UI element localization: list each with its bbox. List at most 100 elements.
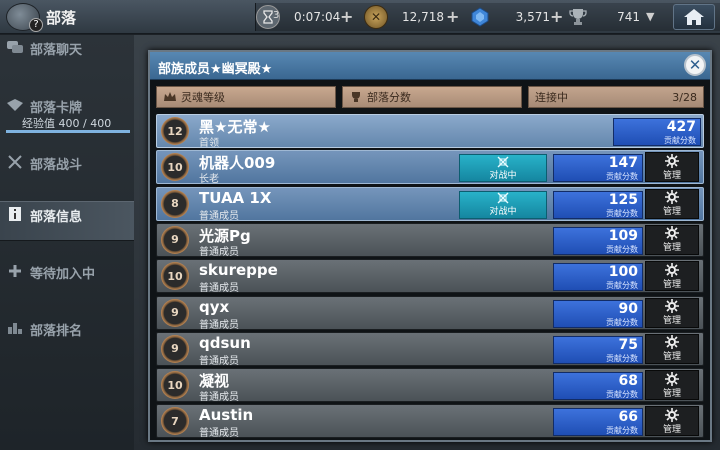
tab-soul-level[interactable]: 灵魂等级 — [156, 86, 336, 108]
manage-button[interactable]: 管理 — [645, 333, 699, 364]
soul-level-badge-icon: 9 — [161, 225, 189, 254]
manage-button[interactable]: 管理 — [645, 224, 699, 255]
manage-button[interactable]: 管理 — [645, 406, 699, 437]
score-value: 147 — [608, 155, 638, 172]
gear-icon — [665, 190, 679, 205]
crossed-swords-icon — [497, 156, 509, 168]
member-row[interactable]: 10 凝视 普通成员 68 贡献分数 管理 — [156, 368, 704, 403]
member-name: TUAA 1X — [199, 188, 272, 207]
gold-value: 12,718 — [402, 10, 444, 24]
gold-resource: ✕ 12,718 + — [364, 5, 464, 29]
plus-icon — [6, 263, 24, 279]
battle-label: 对战中 — [489, 207, 517, 218]
crown-icon — [163, 91, 177, 103]
sidebar-item-info[interactable]: 部落信息 — [0, 201, 134, 241]
xp-progress-bar — [6, 130, 130, 133]
info-icon — [6, 206, 24, 222]
gold-plus-button[interactable]: + — [446, 7, 459, 26]
help-icon[interactable]: ? — [29, 18, 43, 32]
trophy-value: 741 — [617, 10, 640, 24]
tab-clan-score[interactable]: 部落分数 — [342, 86, 522, 108]
member-role: 首领 — [199, 138, 219, 149]
in-battle-badge: 对战中 — [459, 190, 547, 219]
close-button[interactable]: ✕ — [684, 54, 706, 76]
sidebar-item-label: 等待加入中 — [30, 267, 96, 282]
manage-label: 管理 — [662, 207, 681, 218]
manage-button[interactable]: 管理 — [645, 261, 699, 292]
contribution-score: 147 贡献分数 — [553, 154, 643, 183]
close-icon: ✕ — [688, 55, 702, 74]
contribution-score: 90 贡献分数 — [553, 299, 643, 328]
member-row[interactable]: 8 TUAA 1X 普通成员 对战中 125 贡献分数 管理 — [156, 186, 704, 222]
timer-badge: 3 — [273, 10, 280, 21]
member-row[interactable]: 12 黑★无常★ 首领 427 贡献分数 — [156, 114, 704, 149]
home-button[interactable] — [673, 4, 715, 30]
manage-button[interactable]: 管理 — [645, 370, 699, 401]
gear-icon — [665, 299, 679, 313]
contribution-score: 100 贡献分数 — [553, 263, 643, 292]
member-name: qyx — [199, 297, 230, 316]
sidebar-item-label: 部落卡牌 — [30, 101, 83, 116]
member-role: 普通成员 — [199, 319, 239, 331]
page-title: 部落 — [46, 9, 77, 27]
manage-label: 管理 — [662, 352, 681, 363]
manage-label: 管理 — [662, 424, 681, 435]
member-row[interactable]: 10 skureppe 普通成员 100 贡献分数 管理 — [156, 259, 704, 295]
score-value: 109 — [608, 227, 638, 244]
gem-value: 3,571 — [515, 10, 550, 24]
manage-label: 管理 — [662, 279, 681, 290]
member-name: qdsun — [199, 333, 251, 352]
sidebar-item-label: 部落战斗 — [30, 158, 83, 173]
manage-button[interactable]: 管理 — [645, 188, 699, 219]
gear-icon — [665, 226, 679, 241]
xp-label: 经验值 400 / 400 — [22, 117, 112, 130]
card-icon — [6, 97, 24, 113]
member-row[interactable]: 9 光源Pg 普通成员 109 贡献分数 管理 — [156, 222, 704, 258]
top-bar: ? 部落 3 0:07:04 + ✕ 12,718 + 3,571 + 741 … — [0, 0, 720, 34]
soul-level-badge-icon: 10 — [161, 153, 189, 182]
manage-button[interactable]: 管理 — [645, 297, 699, 328]
score-value: 75 — [618, 336, 638, 353]
score-label: 贡献分数 — [606, 317, 638, 327]
gold-coin-icon: ✕ — [364, 5, 388, 29]
member-row[interactable]: 9 qyx 普通成员 90 贡献分数 管理 — [156, 295, 704, 331]
member-row[interactable]: 7 Austin 普通成员 66 贡献分数 管理 — [156, 404, 704, 439]
trophy-dropdown-icon[interactable]: ▼ — [646, 10, 654, 23]
member-name: skureppe — [199, 261, 278, 280]
battle-icon — [6, 154, 24, 170]
member-count: 3/28 — [672, 90, 697, 104]
contribution-score: 68 贡献分数 — [553, 372, 643, 401]
score-label: 贡献分数 — [606, 353, 638, 363]
member-role: 普通成员 — [199, 246, 239, 258]
clan-logo-icon[interactable]: ? — [6, 3, 43, 32]
gear-icon — [665, 407, 679, 422]
trophy-icon — [566, 5, 590, 29]
score-label: 贡献分数 — [606, 244, 638, 254]
member-role: 普通成员 — [199, 283, 239, 295]
contribution-score: 125 贡献分数 — [553, 190, 643, 219]
score-value: 100 — [608, 264, 638, 281]
score-label: 贡献分数 — [606, 281, 638, 291]
manage-label: 管理 — [662, 388, 681, 399]
sidebar-item-pending[interactable]: 等待加入中 — [0, 259, 134, 299]
score-label: 贡献分数 — [664, 136, 696, 145]
score-value: 66 — [618, 409, 638, 426]
member-row[interactable]: 9 qdsun 普通成员 75 贡献分数 管理 — [156, 331, 704, 367]
score-value: 125 — [608, 191, 638, 208]
manage-button[interactable]: 管理 — [645, 152, 699, 183]
timer-plus-button[interactable]: + — [340, 7, 353, 26]
sidebar-item-label: 部落聊天 — [30, 43, 83, 58]
soul-level-badge-icon: 9 — [161, 334, 189, 363]
soul-level-badge-icon: 9 — [161, 298, 189, 327]
sidebar-item-ranking[interactable]: 部落排名 — [0, 316, 134, 356]
battle-label: 对战中 — [489, 170, 517, 181]
sidebar-item-chat[interactable]: 部落聊天 — [0, 35, 134, 75]
gear-icon — [665, 262, 679, 277]
connection-status: 连接中 3/28 — [528, 86, 704, 108]
dialog-title: 部族成员★幽冥殿★ — [158, 62, 273, 77]
gem-plus-button[interactable]: + — [550, 7, 563, 26]
member-row[interactable]: 10 机器人009 长老 对战中 147 贡献分数 管理 — [156, 150, 704, 186]
sidebar-item-battle[interactable]: 部落战斗 — [0, 150, 134, 190]
soul-level-badge-icon: 12 — [161, 117, 189, 145]
member-role: 长老 — [199, 174, 219, 186]
